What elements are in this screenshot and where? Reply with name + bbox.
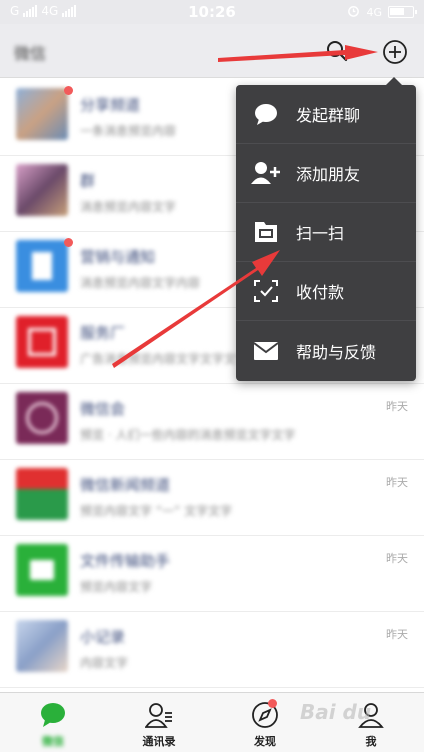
alarm-icon: [347, 4, 360, 20]
chat-bubble-icon: [236, 85, 296, 144]
chat-item[interactable]: 微信新闻频道 预览内容文字 “一” 文字文字 昨天: [0, 460, 424, 536]
tab-label: 微信: [42, 735, 64, 748]
chat-name: 文件传输助手: [80, 552, 171, 570]
battery-icon: [388, 6, 417, 18]
payment-scan-icon: [236, 262, 296, 321]
contacts-icon: [145, 703, 172, 728]
avatar: [16, 240, 68, 292]
avatar: [16, 544, 68, 596]
tab-chats[interactable]: 微信: [0, 693, 106, 752]
chat-name: 营销与通知: [80, 248, 156, 266]
chat-name: 微信新闻频道: [80, 476, 171, 494]
chat-preview: 一条消息预览内容: [80, 124, 177, 138]
chat-preview: 预览内容文字: [80, 580, 153, 594]
menu-item-payment[interactable]: 收付款: [236, 262, 416, 321]
menu-item-label: 发起群聊: [296, 106, 361, 125]
chat-item[interactable]: 文件传输助手 预览内容文字 昨天: [0, 536, 424, 612]
plus-menu: 发起群聊 添加朋友 扫一扫 收付款 帮助与反馈: [236, 77, 416, 381]
unread-badge: [64, 238, 73, 247]
chat-time: 昨天: [386, 628, 408, 641]
app-header: 微信: [0, 24, 424, 78]
status-right: 4G: [347, 4, 417, 20]
chat-preview: 预览内容文字 “一” 文字文字: [80, 504, 233, 518]
chat-preview: 消息预览内容文字内容: [80, 276, 201, 290]
chat-name: 服务厂: [80, 324, 126, 342]
tab-label: 通讯录: [142, 735, 176, 748]
mail-icon: [236, 321, 296, 380]
avatar: [16, 620, 68, 672]
status-bar: G 4G 10:26 4G: [0, 0, 424, 24]
chat-preview: 消息预览内容文字: [80, 200, 177, 214]
avatar: [16, 468, 68, 520]
tab-label: 发现: [254, 735, 276, 748]
menu-item-help[interactable]: 帮助与反馈: [236, 321, 416, 380]
notification-dot: [268, 699, 277, 708]
menu-item-label: 扫一扫: [296, 224, 345, 243]
menu-item-label: 收付款: [296, 283, 345, 302]
chat-time: 昨天: [386, 552, 408, 565]
chat-name: 微信会: [80, 400, 126, 418]
chat-preview: 预览 · 人们一些内容的消息预览文字文字: [80, 428, 296, 442]
chat-name: 分享频道: [80, 96, 141, 114]
tab-label: 我: [365, 735, 377, 748]
chat-time: 昨天: [386, 476, 408, 489]
page-title: 微信: [14, 44, 47, 63]
unread-badge: [64, 86, 73, 95]
scan-icon: [236, 203, 296, 262]
menu-item-label: 帮助与反馈: [296, 342, 377, 362]
tab-contacts[interactable]: 通讯录: [106, 693, 212, 752]
plus-circle-icon[interactable]: [382, 39, 408, 65]
chat-item[interactable]: 微信会 预览 · 人们一些内容的消息预览文字文字 昨天: [0, 384, 424, 460]
avatar: [16, 164, 68, 216]
chat-preview: 内容文字: [80, 656, 129, 670]
chat-name: 群: [80, 172, 96, 190]
chat-name: 小记录: [80, 628, 126, 646]
menu-item-scan[interactable]: 扫一扫: [236, 203, 416, 262]
add-friend-icon: [236, 144, 296, 203]
avatar: [16, 88, 68, 140]
search-icon[interactable]: [326, 40, 348, 62]
avatar: [16, 392, 68, 444]
network-right-label: 4G: [366, 5, 382, 19]
menu-item-group-chat[interactable]: 发起群聊: [236, 85, 416, 144]
chat-icon: [41, 703, 65, 727]
chat-time: 昨天: [386, 400, 408, 413]
menu-item-label: 添加朋友: [296, 165, 361, 184]
chat-preview: 广告消息预览内容文字文字文字: [80, 352, 249, 366]
chat-item[interactable]: 小记录 内容文字 昨天: [0, 612, 424, 688]
avatar: [16, 316, 68, 368]
watermark-logo: Bai du: [300, 700, 372, 724]
menu-item-add-friend[interactable]: 添加朋友: [236, 144, 416, 203]
